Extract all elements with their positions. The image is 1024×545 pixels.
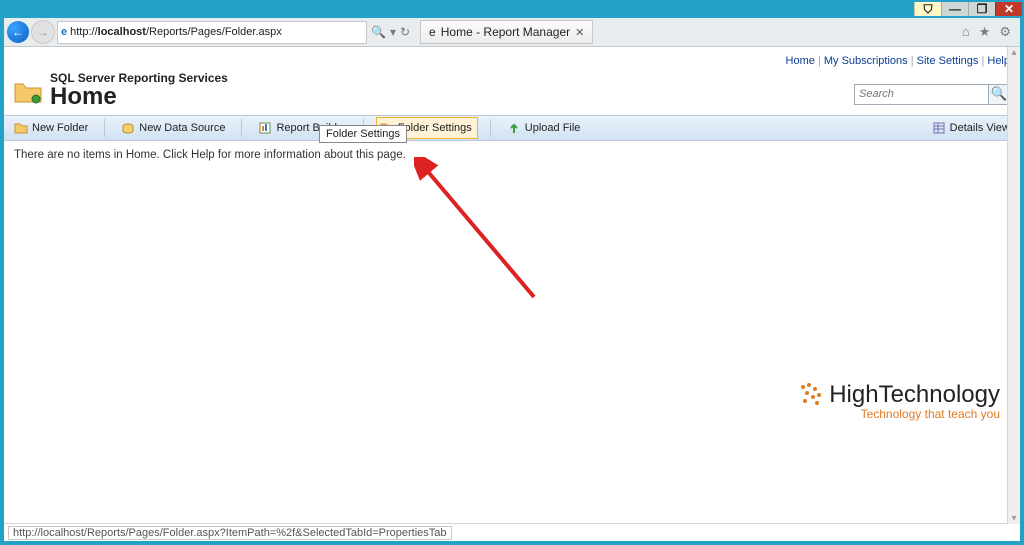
nav-forward-button[interactable]: → bbox=[31, 20, 55, 44]
link-home[interactable]: Home bbox=[786, 55, 815, 67]
tab-close-icon[interactable]: ✕ bbox=[575, 26, 584, 39]
action-details-view[interactable]: Details View bbox=[928, 120, 1014, 136]
page-title: Home bbox=[50, 85, 228, 109]
refresh-icon[interactable]: ↻ bbox=[400, 25, 410, 39]
scroll-up-icon[interactable]: ▴ bbox=[1011, 47, 1016, 58]
watermark: HighTechnology Technology that teach you bbox=[797, 381, 1000, 421]
status-bar: http://localhost/Reports/Pages/Folder.as… bbox=[4, 523, 1008, 541]
browser-window: ← → e http://localhost/Reports/Pages/Fol… bbox=[4, 18, 1020, 541]
tab-favicon-icon: e bbox=[429, 25, 436, 39]
window-frame: ⛉ — ❐ ✕ ← → e http://localhost/Reports/P… bbox=[0, 0, 1024, 545]
link-my-subscriptions[interactable]: My Subscriptions bbox=[824, 55, 908, 67]
arrow-left-icon: ← bbox=[12, 26, 24, 38]
arrow-right-icon: → bbox=[37, 26, 49, 38]
report-builder-icon bbox=[258, 121, 272, 135]
watermark-subtitle: Technology that teach you bbox=[797, 407, 1000, 421]
link-site-settings[interactable]: Site Settings bbox=[917, 55, 979, 67]
folder-icon bbox=[14, 80, 42, 104]
window-app-icon: ⛉ bbox=[914, 2, 941, 16]
tab-title: Home - Report Manager bbox=[441, 25, 570, 39]
ie-toolbar: ← → e http://localhost/Reports/Pages/Fol… bbox=[4, 18, 1020, 47]
url-path: /Reports/Pages/Folder.aspx bbox=[146, 26, 282, 38]
search-icon[interactable]: 🔍 bbox=[371, 25, 386, 39]
status-text: http://localhost/Reports/Pages/Folder.as… bbox=[8, 526, 452, 540]
details-view-icon bbox=[932, 121, 946, 135]
home-icon[interactable]: ⌂ bbox=[962, 24, 970, 40]
top-links: Home | My Subscriptions | Site Settings … bbox=[4, 47, 1020, 71]
ie-icon: e bbox=[61, 26, 67, 38]
page-header: SQL Server Reporting Services Home 🔍 bbox=[4, 71, 1020, 115]
tooltip: Folder Settings bbox=[319, 125, 407, 143]
browser-tab[interactable]: e Home - Report Manager ✕ bbox=[420, 20, 593, 44]
upload-icon bbox=[507, 121, 521, 135]
address-input[interactable]: http://localhost/Reports/Pages/Folder.as… bbox=[70, 26, 363, 38]
window-minimize-button[interactable]: — bbox=[941, 2, 968, 16]
window-maximize-button[interactable]: ❐ bbox=[968, 2, 995, 16]
address-bar[interactable]: e http://localhost/Reports/Pages/Folder.… bbox=[57, 21, 367, 44]
vertical-scrollbar[interactable]: ▴ ▾ bbox=[1007, 47, 1020, 524]
action-bar: New Folder New Data Source Report Builde… bbox=[4, 115, 1020, 141]
data-source-icon bbox=[121, 121, 135, 135]
tools-gear-icon[interactable]: ⚙ bbox=[999, 24, 1011, 40]
nav-back-button[interactable]: ← bbox=[7, 21, 29, 43]
search-box: 🔍 bbox=[854, 84, 1010, 105]
favorites-icon[interactable]: ★ bbox=[979, 24, 991, 40]
search-input[interactable] bbox=[854, 84, 989, 105]
scroll-down-icon[interactable]: ▾ bbox=[1011, 513, 1016, 524]
action-new-data-source[interactable]: New Data Source bbox=[117, 120, 229, 136]
window-close-button[interactable]: ✕ bbox=[995, 2, 1022, 16]
page-body: Home | My Subscriptions | Site Settings … bbox=[4, 47, 1020, 541]
action-upload-file[interactable]: Upload File bbox=[503, 120, 585, 136]
new-folder-icon bbox=[14, 121, 28, 135]
watermark-icon bbox=[797, 381, 825, 409]
url-host: localhost bbox=[98, 26, 146, 38]
action-new-folder[interactable]: New Folder bbox=[10, 120, 92, 136]
watermark-title: HighTechnology bbox=[829, 381, 1000, 409]
dropdown-icon[interactable]: ▾ bbox=[390, 25, 396, 39]
window-titlebar: ⛉ — ❐ ✕ bbox=[2, 2, 1022, 16]
url-prefix: http:// bbox=[70, 26, 98, 38]
annotation-arrow bbox=[414, 157, 574, 317]
